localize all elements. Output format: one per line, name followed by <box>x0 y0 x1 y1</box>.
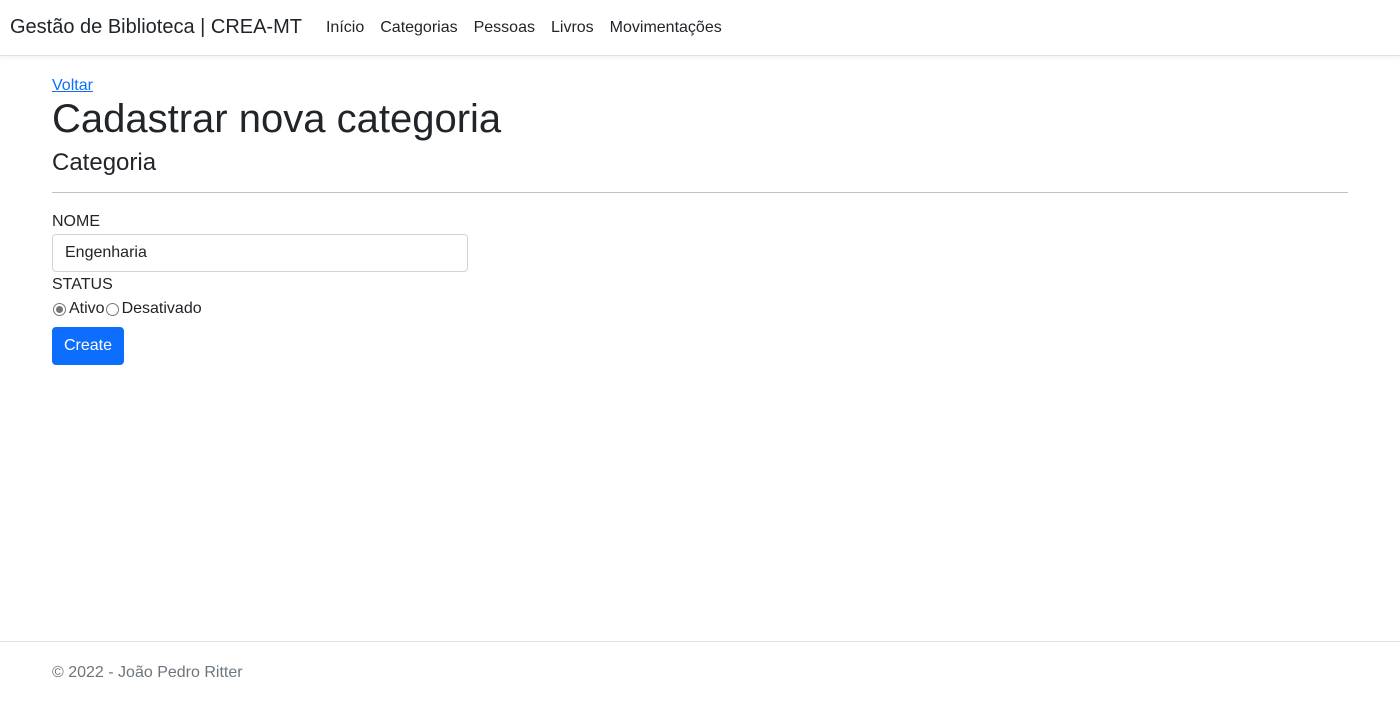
footer-copyright: © 2022 - João Pedro Ritter <box>52 664 243 681</box>
nav-item-movimentacoes: Movimentações <box>602 11 730 45</box>
section-title: Categoria <box>52 149 157 176</box>
divider <box>52 192 1348 193</box>
status-radio-desativado[interactable] <box>105 302 119 316</box>
nav-link-pessoas[interactable]: Pessoas <box>466 11 543 45</box>
create-button[interactable]: Create <box>52 327 124 365</box>
nav-link-categorias[interactable]: Categorias <box>372 11 465 45</box>
nav-link-inicio[interactable]: Início <box>318 11 372 45</box>
status-label: STATUS <box>52 276 113 293</box>
nav-link-movimentacoes[interactable]: Movimentações <box>602 11 730 45</box>
back-link[interactable]: Voltar <box>52 76 93 95</box>
name-input[interactable] <box>52 234 468 272</box>
nav-link-livros[interactable]: Livros <box>543 11 602 45</box>
status-option-label-ativo: Ativo <box>69 300 105 317</box>
name-label: NOME <box>52 213 100 230</box>
nav-item-inicio: Início <box>318 11 372 45</box>
main-content: Voltar Cadastrar nova categoria Categori… <box>52 56 1348 365</box>
status-radio-ativo[interactable] <box>53 302 66 316</box>
top-navbar: Gestão de Biblioteca | CREA-MT Início Ca… <box>0 0 1400 56</box>
nav-item-livros: Livros <box>543 11 602 45</box>
status-radio-group: Ativo Desativado <box>52 299 1348 319</box>
page-footer: © 2022 - João Pedro Ritter <box>0 641 1400 702</box>
category-form: NOME STATUS Ativo Desativado Create <box>52 212 1348 365</box>
nav-item-pessoas: Pessoas <box>466 11 543 45</box>
navbar-brand[interactable]: Gestão de Biblioteca | CREA-MT <box>10 16 302 39</box>
nav-item-categorias: Categorias <box>372 11 465 45</box>
page-title: Cadastrar nova categoria <box>52 97 502 141</box>
nav-menu: Início Categorias Pessoas Livros Movimen… <box>318 11 730 45</box>
status-option-label-desativado: Desativado <box>121 300 202 317</box>
